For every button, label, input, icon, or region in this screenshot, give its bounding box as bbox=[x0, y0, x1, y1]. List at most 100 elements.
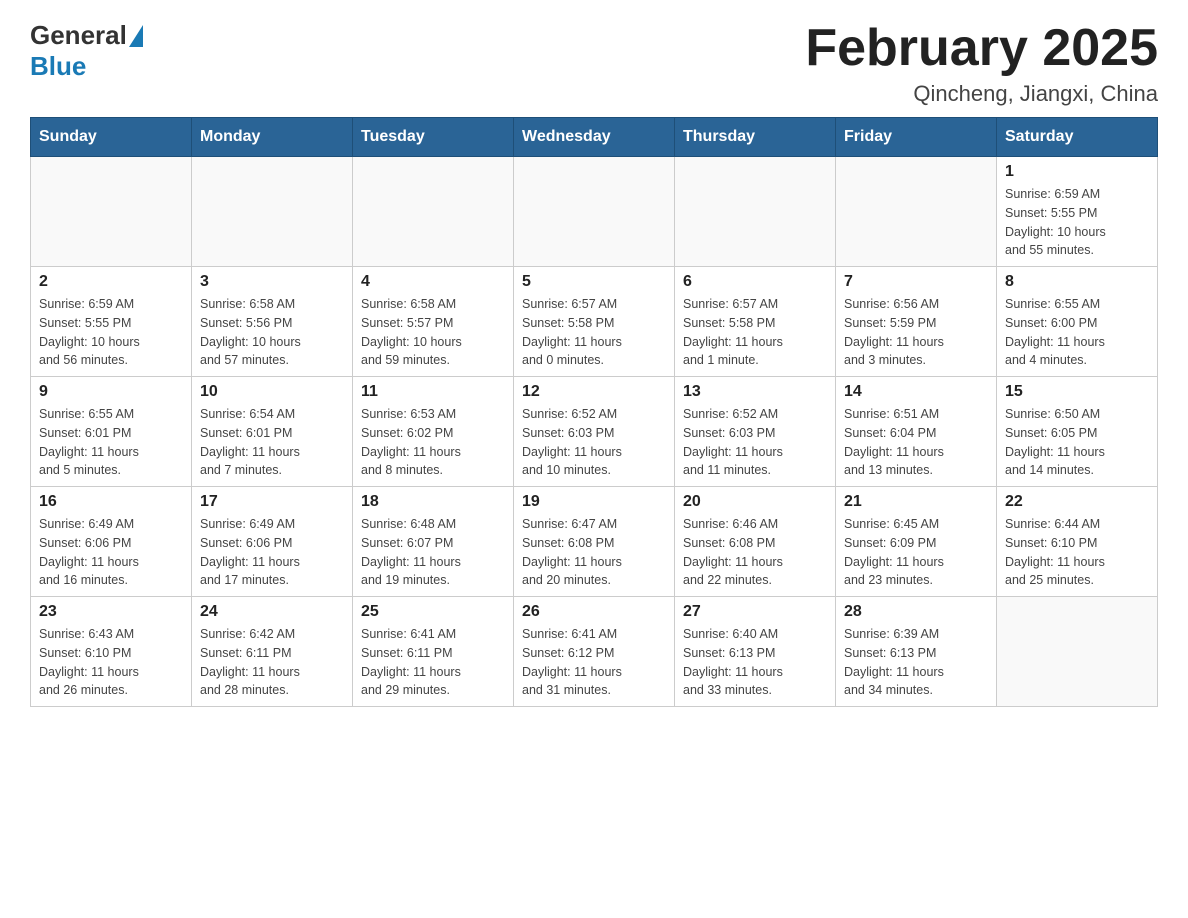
calendar-cell: 21 Sunrise: 6:45 AM Sunset: 6:09 PM Dayli… bbox=[836, 487, 997, 597]
day-number: 26 bbox=[522, 603, 666, 621]
day-number: 20 bbox=[683, 493, 827, 511]
day-number: 8 bbox=[1005, 273, 1149, 291]
logo-general-text: General bbox=[30, 20, 127, 51]
day-number: 7 bbox=[844, 273, 988, 291]
calendar-cell bbox=[192, 157, 353, 267]
day-number: 17 bbox=[200, 493, 344, 511]
day-number: 6 bbox=[683, 273, 827, 291]
day-info: Sunrise: 6:41 AM Sunset: 6:11 PM Dayligh… bbox=[361, 625, 505, 700]
calendar-cell bbox=[997, 597, 1158, 707]
day-info: Sunrise: 6:49 AM Sunset: 6:06 PM Dayligh… bbox=[200, 515, 344, 590]
day-number: 19 bbox=[522, 493, 666, 511]
calendar-cell: 22 Sunrise: 6:44 AM Sunset: 6:10 PM Dayli… bbox=[997, 487, 1158, 597]
page-header: General Blue February 2025 Qincheng, Jia… bbox=[30, 20, 1158, 107]
day-info: Sunrise: 6:55 AM Sunset: 6:00 PM Dayligh… bbox=[1005, 295, 1149, 370]
calendar-week-1: 1 Sunrise: 6:59 AM Sunset: 5:55 PM Daylig… bbox=[31, 157, 1158, 267]
day-number: 4 bbox=[361, 273, 505, 291]
calendar-cell: 1 Sunrise: 6:59 AM Sunset: 5:55 PM Daylig… bbox=[997, 157, 1158, 267]
weekday-header-sunday: Sunday bbox=[31, 118, 192, 157]
weekday-header-thursday: Thursday bbox=[675, 118, 836, 157]
calendar-week-5: 23 Sunrise: 6:43 AM Sunset: 6:10 PM Dayli… bbox=[31, 597, 1158, 707]
calendar-cell: 4 Sunrise: 6:58 AM Sunset: 5:57 PM Daylig… bbox=[353, 267, 514, 377]
calendar-cell: 10 Sunrise: 6:54 AM Sunset: 6:01 PM Dayli… bbox=[192, 377, 353, 487]
day-number: 10 bbox=[200, 383, 344, 401]
day-info: Sunrise: 6:41 AM Sunset: 6:12 PM Dayligh… bbox=[522, 625, 666, 700]
calendar-table: SundayMondayTuesdayWednesdayThursdayFrid… bbox=[30, 117, 1158, 707]
weekday-header-tuesday: Tuesday bbox=[353, 118, 514, 157]
day-info: Sunrise: 6:51 AM Sunset: 6:04 PM Dayligh… bbox=[844, 405, 988, 480]
day-number: 14 bbox=[844, 383, 988, 401]
calendar-cell: 9Sunrise: 6:55 AM Sunset: 6:01 PM Daylig… bbox=[31, 377, 192, 487]
calendar-cell: 8 Sunrise: 6:55 AM Sunset: 6:00 PM Daylig… bbox=[997, 267, 1158, 377]
day-number: 27 bbox=[683, 603, 827, 621]
calendar-cell bbox=[836, 157, 997, 267]
day-info: Sunrise: 6:58 AM Sunset: 5:57 PM Dayligh… bbox=[361, 295, 505, 370]
calendar-week-3: 9Sunrise: 6:55 AM Sunset: 6:01 PM Daylig… bbox=[31, 377, 1158, 487]
day-info: Sunrise: 6:57 AM Sunset: 5:58 PM Dayligh… bbox=[683, 295, 827, 370]
calendar-cell bbox=[514, 157, 675, 267]
day-number: 12 bbox=[522, 383, 666, 401]
day-number: 11 bbox=[361, 383, 505, 401]
calendar-cell: 28 Sunrise: 6:39 AM Sunset: 6:13 PM Dayli… bbox=[836, 597, 997, 707]
day-info: Sunrise: 6:57 AM Sunset: 5:58 PM Dayligh… bbox=[522, 295, 666, 370]
calendar-cell: 3 Sunrise: 6:58 AM Sunset: 5:56 PM Daylig… bbox=[192, 267, 353, 377]
month-title: February 2025 bbox=[805, 20, 1158, 77]
calendar-cell bbox=[675, 157, 836, 267]
location-title: Qincheng, Jiangxi, China bbox=[805, 81, 1158, 107]
day-info: Sunrise: 6:59 AM Sunset: 5:55 PM Dayligh… bbox=[39, 295, 183, 370]
calendar-cell: 23 Sunrise: 6:43 AM Sunset: 6:10 PM Dayli… bbox=[31, 597, 192, 707]
day-number: 21 bbox=[844, 493, 988, 511]
calendar-cell bbox=[353, 157, 514, 267]
day-number: 3 bbox=[200, 273, 344, 291]
day-number: 22 bbox=[1005, 493, 1149, 511]
day-info: Sunrise: 6:48 AM Sunset: 6:07 PM Dayligh… bbox=[361, 515, 505, 590]
calendar-cell: 26 Sunrise: 6:41 AM Sunset: 6:12 PM Dayli… bbox=[514, 597, 675, 707]
logo-blue-text: Blue bbox=[30, 51, 86, 82]
day-info: Sunrise: 6:54 AM Sunset: 6:01 PM Dayligh… bbox=[200, 405, 344, 480]
weekday-header-friday: Friday bbox=[836, 118, 997, 157]
day-number: 18 bbox=[361, 493, 505, 511]
day-info: Sunrise: 6:59 AM Sunset: 5:55 PM Dayligh… bbox=[1005, 185, 1149, 260]
weekday-header-monday: Monday bbox=[192, 118, 353, 157]
day-info: Sunrise: 6:44 AM Sunset: 6:10 PM Dayligh… bbox=[1005, 515, 1149, 590]
weekday-header-saturday: Saturday bbox=[997, 118, 1158, 157]
day-info: Sunrise: 6:43 AM Sunset: 6:10 PM Dayligh… bbox=[39, 625, 183, 700]
calendar-cell: 13Sunrise: 6:52 AM Sunset: 6:03 PM Dayli… bbox=[675, 377, 836, 487]
day-info: Sunrise: 6:45 AM Sunset: 6:09 PM Dayligh… bbox=[844, 515, 988, 590]
day-number: 23 bbox=[39, 603, 183, 621]
calendar-week-4: 16 Sunrise: 6:49 AM Sunset: 6:06 PM Dayli… bbox=[31, 487, 1158, 597]
calendar-week-2: 2 Sunrise: 6:59 AM Sunset: 5:55 PM Daylig… bbox=[31, 267, 1158, 377]
day-info: Sunrise: 6:49 AM Sunset: 6:06 PM Dayligh… bbox=[39, 515, 183, 590]
calendar-cell: 17 Sunrise: 6:49 AM Sunset: 6:06 PM Dayli… bbox=[192, 487, 353, 597]
day-number: 2 bbox=[39, 273, 183, 291]
day-number: 5 bbox=[522, 273, 666, 291]
logo-triangle-icon bbox=[129, 25, 143, 47]
calendar-cell: 25 Sunrise: 6:41 AM Sunset: 6:11 PM Dayli… bbox=[353, 597, 514, 707]
day-number: 13 bbox=[683, 383, 827, 401]
day-number: 24 bbox=[200, 603, 344, 621]
calendar-cell: 6 Sunrise: 6:57 AM Sunset: 5:58 PM Daylig… bbox=[675, 267, 836, 377]
day-info: Sunrise: 6:46 AM Sunset: 6:08 PM Dayligh… bbox=[683, 515, 827, 590]
day-info: Sunrise: 6:52 AM Sunset: 6:03 PM Dayligh… bbox=[522, 405, 666, 480]
day-info: Sunrise: 6:40 AM Sunset: 6:13 PM Dayligh… bbox=[683, 625, 827, 700]
calendar-cell: 14 Sunrise: 6:51 AM Sunset: 6:04 PM Dayli… bbox=[836, 377, 997, 487]
day-info: Sunrise: 6:47 AM Sunset: 6:08 PM Dayligh… bbox=[522, 515, 666, 590]
day-info: Sunrise: 6:42 AM Sunset: 6:11 PM Dayligh… bbox=[200, 625, 344, 700]
logo: General Blue bbox=[30, 20, 145, 82]
calendar-cell: 16 Sunrise: 6:49 AM Sunset: 6:06 PM Dayli… bbox=[31, 487, 192, 597]
day-info: Sunrise: 6:50 AM Sunset: 6:05 PM Dayligh… bbox=[1005, 405, 1149, 480]
calendar-cell bbox=[31, 157, 192, 267]
calendar-cell: 19 Sunrise: 6:47 AM Sunset: 6:08 PM Dayli… bbox=[514, 487, 675, 597]
calendar-cell: 18 Sunrise: 6:48 AM Sunset: 6:07 PM Dayli… bbox=[353, 487, 514, 597]
calendar-cell: 24 Sunrise: 6:42 AM Sunset: 6:11 PM Dayli… bbox=[192, 597, 353, 707]
day-number: 28 bbox=[844, 603, 988, 621]
calendar-cell: 7Sunrise: 6:56 AM Sunset: 5:59 PM Daylig… bbox=[836, 267, 997, 377]
weekday-header-row: SundayMondayTuesdayWednesdayThursdayFrid… bbox=[31, 118, 1158, 157]
day-number: 1 bbox=[1005, 163, 1149, 181]
day-info: Sunrise: 6:39 AM Sunset: 6:13 PM Dayligh… bbox=[844, 625, 988, 700]
calendar-cell: 11 Sunrise: 6:53 AM Sunset: 6:02 PM Dayli… bbox=[353, 377, 514, 487]
day-number: 16 bbox=[39, 493, 183, 511]
day-number: 25 bbox=[361, 603, 505, 621]
day-info: Sunrise: 6:53 AM Sunset: 6:02 PM Dayligh… bbox=[361, 405, 505, 480]
day-info: Sunrise: 6:58 AM Sunset: 5:56 PM Dayligh… bbox=[200, 295, 344, 370]
